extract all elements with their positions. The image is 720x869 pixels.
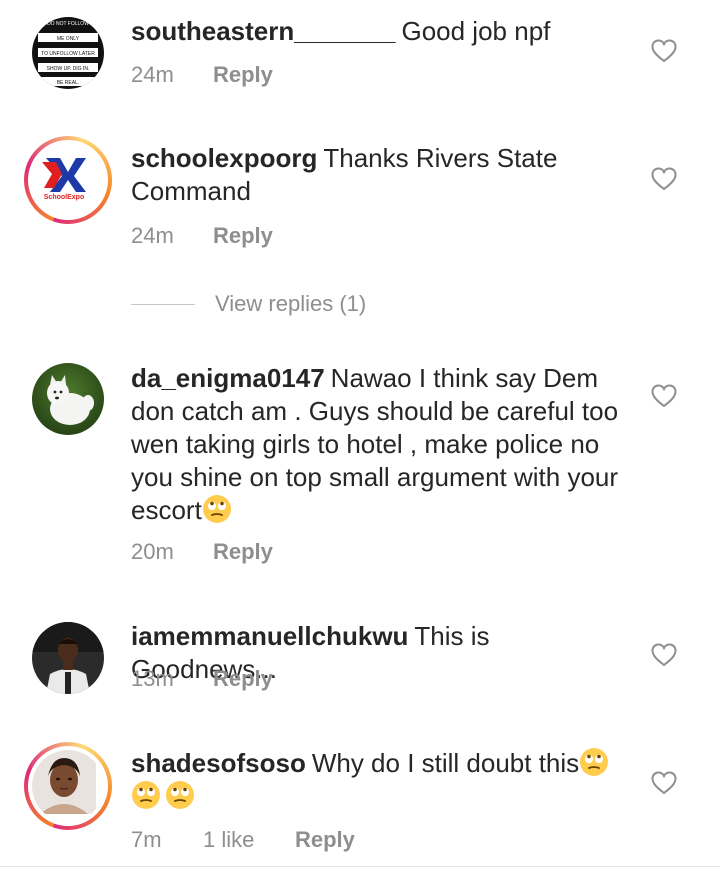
comment-username[interactable]: schoolexpoorg [131, 143, 317, 173]
comment-text: da_enigma0147 Nawao I think say Dem don c… [131, 362, 636, 527]
comment-text: schoolexpoorg Thanks Rivers State Command [131, 142, 636, 208]
reply-button[interactable]: Reply [213, 223, 273, 249]
comment-meta: 24m Reply [131, 223, 273, 249]
comment-meta: 24m Reply [131, 62, 273, 88]
divider [0, 866, 720, 867]
heart-icon[interactable] [651, 771, 677, 795]
heart-icon[interactable] [651, 643, 677, 667]
comment-time: 7m [131, 827, 162, 852]
comment-username[interactable]: da_enigma0147 [131, 363, 325, 393]
comment-time: 24m [131, 223, 174, 248]
avatar[interactable] [32, 363, 104, 435]
avatar[interactable]: SchoolExpo [24, 136, 112, 224]
avatar-text: ME ONLY [57, 36, 80, 42]
reply-button[interactable]: Reply [213, 539, 273, 565]
view-replies-button[interactable]: View replies (1) [131, 291, 366, 317]
avatar-text: BE REAL. [57, 80, 80, 86]
like-count[interactable]: 1 like [203, 827, 295, 853]
avatar-text: SHOW UP. DIG IN. [47, 66, 90, 72]
comment-text: southeastern_______ Good job npf [131, 15, 636, 48]
comment-time: 20m [131, 539, 174, 564]
avatar[interactable]: DO NOT FOLLOW ME ONLY TO UNFOLLOW LATER … [32, 17, 104, 89]
comment-username[interactable]: iamemmanuellchukwu [131, 621, 408, 651]
view-replies-label: View replies (1) [215, 291, 367, 316]
reply-button[interactable]: Reply [295, 827, 355, 853]
comment-username[interactable]: southeastern_______ [131, 16, 395, 46]
comment-meta: 7m 1 like Reply [131, 827, 355, 853]
comment-time: 13m [131, 666, 174, 691]
avatar-text: SchoolExpo [44, 194, 84, 201]
comment-username[interactable]: shadesofsoso [131, 748, 306, 778]
avatar[interactable] [32, 622, 104, 694]
avatar-text: DO NOT FOLLOW [47, 21, 89, 27]
reply-button[interactable]: Reply [213, 62, 273, 88]
rolling-eyes-emoji-icon [166, 781, 194, 809]
heart-icon[interactable] [651, 39, 677, 63]
comment-time: 24m [131, 62, 174, 87]
comment-text: shadesofsoso Why do I still doubt this [131, 747, 636, 813]
heart-icon[interactable] [651, 384, 677, 408]
comment-meta: 13m Reply [131, 666, 273, 692]
reply-button[interactable]: Reply [213, 666, 273, 692]
rolling-eyes-emoji-icon [202, 495, 231, 523]
avatar-text: TO UNFOLLOW LATER [41, 51, 95, 57]
avatar[interactable] [24, 742, 112, 830]
comment-body: Good job npf [401, 16, 551, 46]
rolling-eyes-emoji-icon [580, 748, 609, 776]
rolling-eyes-emoji-icon [132, 781, 160, 809]
comment-body: Why do I still doubt this [311, 748, 580, 778]
divider [131, 303, 195, 305]
heart-icon[interactable] [651, 167, 677, 191]
comment-meta: 20m Reply [131, 539, 273, 565]
